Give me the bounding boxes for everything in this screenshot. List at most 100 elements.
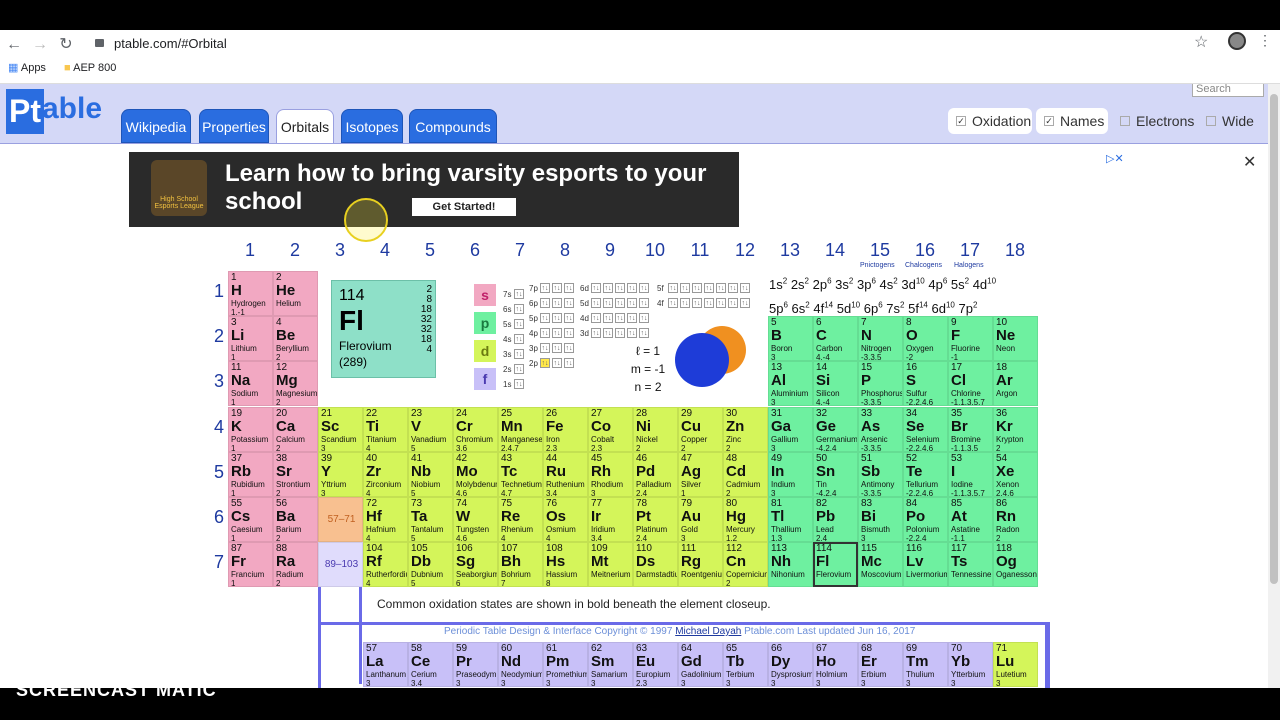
element-fr[interactable]: 87 Fr Francium 1	[228, 542, 273, 588]
element-o[interactable]: 8 O Oxygen -2	[903, 316, 948, 362]
element-nb[interactable]: 41 Nb Niobium 5	[408, 451, 453, 497]
element-h[interactable]: 1 H Hydrogen 1,-1	[228, 271, 273, 316]
orbital-box[interactable]: ↑↓	[615, 298, 625, 308]
element-y[interactable]: 39 Y Yttrium 3	[318, 451, 363, 497]
orbital-box[interactable]: ↑↓	[728, 298, 738, 308]
element-te[interactable]: 52 Te Tellurium -2,2,4,6	[903, 451, 948, 497]
address-bar[interactable]: ptable.com/#Orbital	[96, 33, 227, 55]
orbital-box[interactable]: ↑↓	[552, 328, 562, 338]
element-al[interactable]: 13 Al Aluminium 3	[768, 361, 813, 407]
search-input[interactable]: Search	[1192, 84, 1264, 97]
element-bi[interactable]: 83 Bi Bismuth 3	[858, 497, 903, 542]
element-s[interactable]: 16 S Sulfur -2,2,4,6	[903, 361, 948, 407]
orbital-box[interactable]: ↑↓	[552, 298, 562, 308]
element-ir[interactable]: 77 Ir Iridium 3,4	[588, 497, 633, 542]
profile-avatar[interactable]	[1228, 32, 1246, 50]
orbital-box[interactable]: ↑↓	[716, 298, 726, 308]
orbital-box[interactable]: ↑↓	[639, 313, 649, 323]
tab-orbitals[interactable]: Orbitals	[276, 109, 334, 143]
element-si[interactable]: 14 Si Silicon 4,-4	[813, 361, 858, 407]
element-k[interactable]: 19 K Potassium 1	[228, 406, 273, 452]
element-pr[interactable]: 59PrPraseodymium3	[453, 642, 498, 687]
option-oxidation[interactable]: ✓ Oxidation	[948, 108, 1032, 134]
element-ta[interactable]: 73 Ta Tantalum 5	[408, 497, 453, 542]
element-ce[interactable]: 58 Ce Cerium 3,4	[408, 642, 453, 687]
orbital-box[interactable]: ↑↓	[552, 343, 562, 353]
orbital-box[interactable]: ↑↓	[564, 328, 574, 338]
orbital-box[interactable]: ↑↓	[627, 283, 637, 293]
checkbox-icon[interactable]: ✓	[956, 116, 966, 126]
element-sc[interactable]: 21 Sc Scandium 3	[318, 406, 363, 452]
orbital-box[interactable]: ↑↓	[627, 328, 637, 338]
tab-compounds[interactable]: Compounds	[409, 109, 497, 143]
back-icon[interactable]: ←	[2, 34, 26, 56]
element-se[interactable]: 34 Se Selenium -2,2,4,6	[903, 406, 948, 452]
element-ru[interactable]: 44 Ru Ruthenium 3,4	[543, 451, 588, 497]
element-mo[interactable]: 42 Mo Molybdenum 4,6	[453, 451, 498, 497]
orbital-box[interactable]: ↑↓	[716, 283, 726, 293]
element-db[interactable]: 105 Db Dubnium 5	[408, 542, 453, 588]
orbital-box[interactable]: ↑↓	[514, 304, 524, 314]
orbital-box[interactable]: ↑↓	[514, 364, 524, 374]
element-er[interactable]: 68 Er Erbium 3	[858, 642, 903, 687]
element-lu[interactable]: 71 Lu Lutetium 3	[993, 642, 1038, 687]
orbital-box[interactable]: ↑↓	[564, 298, 574, 308]
element-sg[interactable]: 106 Sg Seaborgium 6	[453, 542, 498, 588]
element-cl[interactable]: 17 Cl Chlorine -1,1,3,5,7	[948, 361, 993, 407]
element-hg[interactable]: 80 Hg Mercury 1,2	[723, 497, 768, 542]
element-rb[interactable]: 37 Rb Rubidium 1	[228, 451, 273, 497]
placeholder-lanthanides[interactable]: 57–71	[318, 497, 363, 542]
orbital-box[interactable]: ↑↓	[514, 319, 524, 329]
orbital-box[interactable]: ↑↓	[591, 283, 601, 293]
element-ds[interactable]: 110DsDarmstadtium	[633, 542, 678, 588]
orbital-box[interactable]: ↑↓	[740, 298, 750, 308]
element-b[interactable]: 5 B Boron 3	[768, 316, 813, 362]
orbital-box[interactable]: ↑↓	[540, 328, 550, 338]
element-re[interactable]: 75 Re Rhenium 4	[498, 497, 543, 542]
checkbox-icon[interactable]	[1120, 116, 1130, 126]
orbital-box[interactable]: ↑↓	[627, 313, 637, 323]
element-gd[interactable]: 64 Gd Gadolinium 3	[678, 642, 723, 687]
element-ag[interactable]: 47 Ag Silver 1	[678, 451, 723, 497]
element-yb[interactable]: 70 Yb Ytterbium 3	[948, 642, 993, 687]
element-ne[interactable]: 10 Ne Neon	[993, 316, 1038, 362]
orbital-box[interactable]: ↑↓	[603, 298, 613, 308]
element-i[interactable]: 53 I Iodine -1,1,3,5,7	[948, 451, 993, 497]
tab-wikipedia[interactable]: Wikipedia	[121, 109, 191, 143]
element-lv[interactable]: 116 Lv Livermorium	[903, 542, 948, 588]
element-tb[interactable]: 65 Tb Terbium 3	[723, 642, 768, 687]
block-f[interactable]: f	[474, 368, 496, 390]
element-cu[interactable]: 29 Cu Copper 2	[678, 406, 723, 452]
element-be[interactable]: 4 Be Beryllium 2	[273, 316, 318, 362]
orbital-box[interactable]: ↑↓	[740, 283, 750, 293]
element-li[interactable]: 3 Li Lithium 1	[228, 316, 273, 362]
orbital-box[interactable]: ↑↓	[514, 379, 524, 389]
element-n[interactable]: 7 N Nitrogen -3,3,5	[858, 316, 903, 362]
element-sb[interactable]: 51 Sb Antimony -3,3,5	[858, 451, 903, 497]
orbital-box[interactable]: ↑↓	[591, 328, 601, 338]
element-cr[interactable]: 24 Cr Chromium 3,6	[453, 406, 498, 452]
close-icon[interactable]: ✕	[1243, 152, 1256, 172]
element-sr[interactable]: 38 Sr Strontium 2	[273, 451, 318, 497]
element-ca[interactable]: 20 Ca Calcium 2	[273, 406, 318, 452]
element-po[interactable]: 84 Po Polonium -2,2,4	[903, 497, 948, 542]
orbital-box[interactable]: ↑↓	[552, 358, 562, 368]
element-v[interactable]: 23 V Vanadium 5	[408, 406, 453, 452]
orbital-box[interactable]: ↑↓	[540, 358, 550, 368]
element-pt[interactable]: 78 Pt Platinum 2,4	[633, 497, 678, 542]
orbital-box[interactable]: ↑↓	[540, 343, 550, 353]
orbital-box[interactable]: ↑↓	[564, 343, 574, 353]
tab-isotopes[interactable]: Isotopes	[341, 109, 403, 143]
option-names[interactable]: ✓ Names	[1036, 108, 1108, 134]
orbital-box[interactable]: ↑↓	[564, 313, 574, 323]
orbital-box[interactable]: ↑↓	[603, 283, 613, 293]
block-d[interactable]: d	[474, 340, 496, 362]
element-ts[interactable]: 117 Ts Tennessine	[948, 542, 993, 588]
orbital-box[interactable]: ↑↓	[564, 358, 574, 368]
element-mc[interactable]: 115 Mc Moscovium	[858, 542, 903, 588]
orbital-box[interactable]: ↑↓	[615, 313, 625, 323]
element-pm[interactable]: 61 Pm Promethium 3	[543, 642, 588, 687]
element-hf[interactable]: 72 Hf Hafnium 4	[363, 497, 408, 542]
element-hs[interactable]: 108 Hs Hassium 8	[543, 542, 588, 588]
element-ho[interactable]: 67 Ho Holmium 3	[813, 642, 858, 687]
